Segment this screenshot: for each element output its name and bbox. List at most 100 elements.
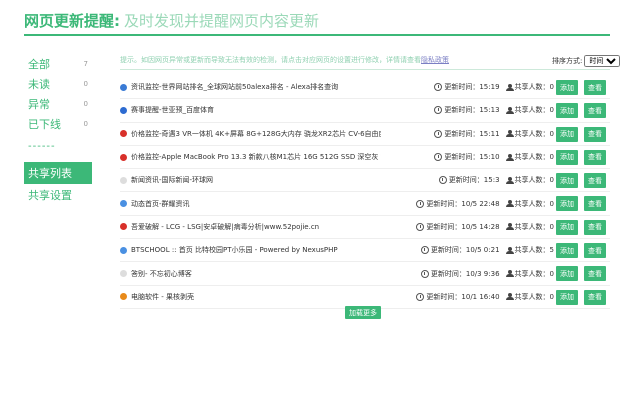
add-button[interactable]: 添加 <box>556 80 578 95</box>
sort-control: 排序方式: 时间 <box>552 55 621 67</box>
view-button[interactable]: 查看 <box>584 243 606 259</box>
user-icon <box>505 223 514 231</box>
update-time: 15:11 <box>479 129 500 138</box>
share-count: 0 <box>549 106 554 115</box>
site-favicon-icon <box>120 153 127 161</box>
sidebar-item-share-settings[interactable]: 共享设置 <box>24 185 92 205</box>
add-button[interactable]: 添加 <box>556 266 578 282</box>
user-icon <box>505 130 514 138</box>
clock-icon <box>420 269 429 278</box>
site-name: BTSCHOOL :: 首页 比特校园PT小乐园 - Powered by Ne… <box>131 246 338 255</box>
user-icon <box>505 176 514 184</box>
add-button[interactable]: 添加 <box>556 173 578 189</box>
row-meta: 更新时间： 10/5 22:48 共享人数： 0 <box>416 199 554 209</box>
update-time-label: 更新时间： <box>430 269 466 278</box>
add-button[interactable]: 添加 <box>556 219 578 235</box>
notice-divider <box>120 69 610 70</box>
notice-text: 提示。如因网页异常或更新而导致无法有效的检测，请点击对应网页的设置进行修改，详情… <box>120 56 421 64</box>
share-count-label: 共享人数： <box>514 83 550 92</box>
clock-icon <box>438 176 447 185</box>
list-item: 动态首页-群耀资讯 更新时间： 10/5 22:48 共享人数： 0 添加 查看 <box>120 192 610 216</box>
update-time: 15:13 <box>479 106 500 115</box>
site-favicon-icon <box>120 106 127 114</box>
view-button[interactable]: 查看 <box>584 149 606 165</box>
share-count-label: 共享人数： <box>514 246 550 255</box>
load-more-button[interactable]: 加载更多 <box>345 306 381 319</box>
update-time-label: 更新时间： <box>444 83 480 92</box>
sidebar-item-unread[interactable]: 未读 0 <box>24 74 92 94</box>
view-button[interactable]: 查看 <box>584 126 606 142</box>
sidebar-item-count: 7 <box>83 60 88 68</box>
user-icon <box>505 153 514 161</box>
share-count: 0 <box>549 269 554 278</box>
row-meta: 更新时间： 10/1 16:40 共享人数： 0 <box>416 292 554 302</box>
site-favicon-icon <box>120 176 127 184</box>
update-time-label: 更新时间： <box>430 246 466 255</box>
list-item: 新闻资讯-国际新闻-环球网 更新时间： 15:3 共享人数： 0 添加 查看 <box>120 169 610 193</box>
user-icon <box>505 270 514 278</box>
share-count-label: 共享人数： <box>514 106 550 115</box>
notice-bar: 提示。如因网页异常或更新而导致无法有效的检测，请点击对应网页的设置进行修改，详情… <box>120 55 540 65</box>
update-time-label: 更新时间： <box>426 199 462 208</box>
update-time-label: 更新时间： <box>448 176 484 185</box>
view-button[interactable]: 查看 <box>584 219 606 235</box>
sidebar-item-label: 共享设置 <box>28 189 72 202</box>
view-button[interactable]: 查看 <box>584 196 606 212</box>
sidebar: 全部 7 未读 0 异常 0 已下线 0 ------ 共享列表 共享设置 <box>24 54 92 205</box>
sort-select[interactable]: 时间 <box>584 55 621 67</box>
site-favicon-icon <box>120 83 127 91</box>
share-count: 0 <box>549 83 554 92</box>
add-button[interactable]: 添加 <box>556 149 578 165</box>
row-meta: 更新时间： 15:13 共享人数： 0 <box>434 105 554 115</box>
sidebar-item-count: 0 <box>83 80 88 88</box>
sidebar-item-offline[interactable]: 已下线 0 <box>24 114 92 134</box>
clock-icon <box>416 199 425 208</box>
sidebar-item-label: 全部 <box>28 58 50 71</box>
view-button[interactable]: 查看 <box>584 266 606 282</box>
view-button[interactable]: 查看 <box>584 103 606 119</box>
share-count-label: 共享人数： <box>514 269 550 278</box>
share-count: 0 <box>549 292 554 301</box>
update-time: 15:19 <box>479 83 500 92</box>
site-name: 吾爱破解 - LCG - LSG|安卓破解|病毒分析|www.52pojie.c… <box>131 222 320 231</box>
site-favicon-icon <box>120 130 127 138</box>
update-time: 10/5 14:28 <box>461 222 500 231</box>
sidebar-divider: ------ <box>28 141 56 152</box>
site-name: 价格监控-Apple MacBook Pro 13.3 新款八核M1芯片 16G… <box>131 153 381 162</box>
row-meta: 更新时间： 15:3 共享人数： 0 <box>438 175 554 185</box>
list-item: 吾爱破解 - LCG - LSG|安卓破解|病毒分析|www.52pojie.c… <box>120 216 610 240</box>
update-time-label: 更新时间： <box>426 292 462 301</box>
site-favicon-icon <box>120 246 127 254</box>
add-button[interactable]: 添加 <box>556 289 578 305</box>
share-list: 资讯监控-世界网站排名_全球网站前50alexa排名 - Alexa排名查询 更… <box>120 76 610 309</box>
sidebar-item-error[interactable]: 异常 0 <box>24 94 92 114</box>
share-count: 5 <box>549 246 554 255</box>
add-button[interactable]: 添加 <box>556 103 578 119</box>
sidebar-item-label: 未读 <box>28 78 50 91</box>
clock-icon <box>434 106 443 115</box>
row-meta: 更新时间： 15:10 共享人数： 0 <box>434 152 554 162</box>
view-button[interactable]: 查看 <box>584 289 606 305</box>
update-time-label: 更新时间： <box>444 106 480 115</box>
sidebar-item-label: 异常 <box>28 98 50 111</box>
sidebar-item-share-list[interactable]: 共享列表 <box>24 162 92 184</box>
share-count: 0 <box>549 129 554 138</box>
add-button[interactable]: 添加 <box>556 243 578 259</box>
site-favicon-icon <box>120 223 127 231</box>
update-time-label: 更新时间： <box>444 129 480 138</box>
share-count-label: 共享人数： <box>514 176 550 185</box>
view-button[interactable]: 查看 <box>584 173 606 189</box>
view-button[interactable]: 查看 <box>584 80 606 95</box>
update-time: 10/5 0:21 <box>465 246 500 255</box>
sidebar-item-count: 0 <box>83 120 88 128</box>
site-name: 赛事提醒-世亚预_百度体育 <box>131 106 215 115</box>
clock-icon <box>434 129 443 138</box>
share-count-label: 共享人数： <box>514 129 550 138</box>
site-favicon-icon <box>120 270 127 278</box>
sidebar-item-all[interactable]: 全部 7 <box>24 54 92 74</box>
privacy-link[interactable]: 隐私政策 <box>421 56 449 64</box>
add-button[interactable]: 添加 <box>556 196 578 212</box>
site-name: 新闻资讯-国际新闻-环球网 <box>131 176 214 185</box>
add-button[interactable]: 添加 <box>556 126 578 142</box>
sort-label: 排序方式: <box>552 57 583 65</box>
